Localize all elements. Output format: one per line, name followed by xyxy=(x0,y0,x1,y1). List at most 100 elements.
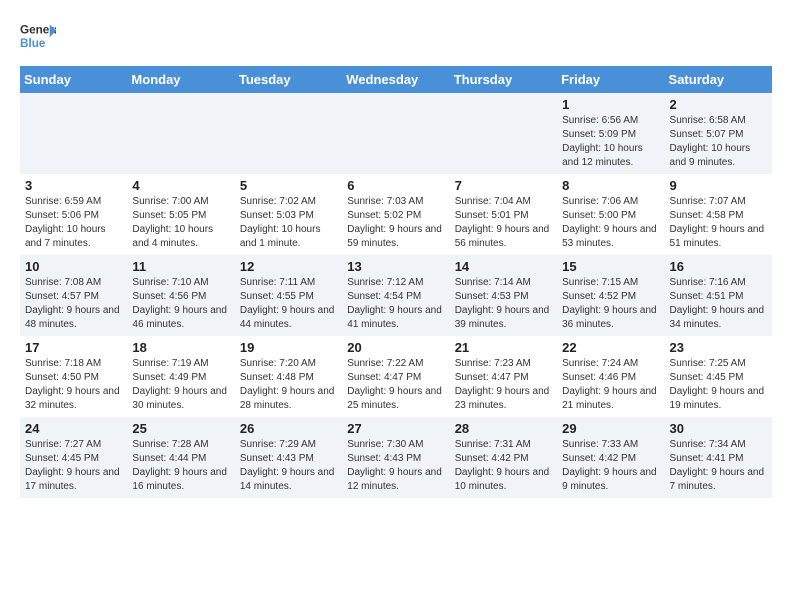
day-info: Sunrise: 7:27 AM Sunset: 4:45 PM Dayligh… xyxy=(25,438,122,494)
day-info: Sunrise: 7:18 AM Sunset: 4:50 PM Dayligh… xyxy=(25,357,122,413)
day-number: 18 xyxy=(132,340,229,355)
day-number: 19 xyxy=(240,340,337,355)
calendar-cell: 13 Sunrise: 7:12 AM Sunset: 4:54 PM Dayli… xyxy=(342,255,449,336)
day-number: 13 xyxy=(347,259,444,274)
day-number: 24 xyxy=(25,421,122,436)
day-number: 29 xyxy=(562,421,659,436)
day-number: 11 xyxy=(132,259,229,274)
day-number: 5 xyxy=(240,178,337,193)
day-number: 15 xyxy=(562,259,659,274)
calendar-cell xyxy=(450,93,557,174)
day-number: 26 xyxy=(240,421,337,436)
day-info: Sunrise: 7:06 AM Sunset: 5:00 PM Dayligh… xyxy=(562,195,659,251)
calendar-cell xyxy=(342,93,449,174)
calendar-cell: 17 Sunrise: 7:18 AM Sunset: 4:50 PM Dayli… xyxy=(20,336,127,417)
calendar-table: SundayMondayTuesdayWednesdayThursdayFrid… xyxy=(20,66,772,498)
calendar-cell: 4 Sunrise: 7:00 AM Sunset: 5:05 PM Daylig… xyxy=(127,174,234,255)
calendar-cell: 14 Sunrise: 7:14 AM Sunset: 4:53 PM Dayli… xyxy=(450,255,557,336)
day-info: Sunrise: 6:58 AM Sunset: 5:07 PM Dayligh… xyxy=(670,114,767,170)
calendar-cell: 27Sunrise: 7:30 AM Sunset: 4:43 PM Dayli… xyxy=(342,417,449,498)
day-number: 10 xyxy=(25,259,122,274)
calendar-cell xyxy=(235,93,342,174)
day-info: Sunrise: 6:56 AM Sunset: 5:09 PM Dayligh… xyxy=(562,114,659,170)
logo-icon: General Blue xyxy=(20,20,56,56)
calendar-cell: 11Sunrise: 7:10 AM Sunset: 4:56 PM Dayli… xyxy=(127,255,234,336)
column-header-sunday: Sunday xyxy=(20,66,127,93)
day-number: 8 xyxy=(562,178,659,193)
calendar-week-row: 1 Sunrise: 6:56 AM Sunset: 5:09 PM Daylig… xyxy=(20,93,772,174)
column-header-saturday: Saturday xyxy=(665,66,772,93)
calendar-header-row: SundayMondayTuesdayWednesdayThursdayFrid… xyxy=(20,66,772,93)
day-info: Sunrise: 7:15 AM Sunset: 4:52 PM Dayligh… xyxy=(562,276,659,332)
day-number: 9 xyxy=(670,178,767,193)
calendar-cell: 21Sunrise: 7:23 AM Sunset: 4:47 PM Dayli… xyxy=(450,336,557,417)
day-number: 27 xyxy=(347,421,444,436)
day-info: Sunrise: 7:29 AM Sunset: 4:43 PM Dayligh… xyxy=(240,438,337,494)
day-info: Sunrise: 7:07 AM Sunset: 4:58 PM Dayligh… xyxy=(670,195,767,251)
day-number: 28 xyxy=(455,421,552,436)
day-number: 12 xyxy=(240,259,337,274)
day-info: Sunrise: 7:02 AM Sunset: 5:03 PM Dayligh… xyxy=(240,195,337,251)
day-number: 4 xyxy=(132,178,229,193)
calendar-cell: 20Sunrise: 7:22 AM Sunset: 4:47 PM Dayli… xyxy=(342,336,449,417)
day-info: Sunrise: 7:34 AM Sunset: 4:41 PM Dayligh… xyxy=(670,438,767,494)
day-info: Sunrise: 7:16 AM Sunset: 4:51 PM Dayligh… xyxy=(670,276,767,332)
day-number: 25 xyxy=(132,421,229,436)
day-number: 17 xyxy=(25,340,122,355)
day-info: Sunrise: 7:14 AM Sunset: 4:53 PM Dayligh… xyxy=(455,276,552,332)
day-number: 14 xyxy=(455,259,552,274)
column-header-wednesday: Wednesday xyxy=(342,66,449,93)
day-number: 1 xyxy=(562,97,659,112)
calendar-cell: 3 Sunrise: 6:59 AM Sunset: 5:06 PM Daylig… xyxy=(20,174,127,255)
day-number: 21 xyxy=(455,340,552,355)
page-header: General Blue xyxy=(20,20,772,56)
day-info: Sunrise: 7:03 AM Sunset: 5:02 PM Dayligh… xyxy=(347,195,444,251)
calendar-cell: 2Sunrise: 6:58 AM Sunset: 5:07 PM Daylig… xyxy=(665,93,772,174)
day-info: Sunrise: 6:59 AM Sunset: 5:06 PM Dayligh… xyxy=(25,195,122,251)
day-info: Sunrise: 7:11 AM Sunset: 4:55 PM Dayligh… xyxy=(240,276,337,332)
calendar-cell: 26 Sunrise: 7:29 AM Sunset: 4:43 PM Dayli… xyxy=(235,417,342,498)
calendar-cell: 12 Sunrise: 7:11 AM Sunset: 4:55 PM Dayli… xyxy=(235,255,342,336)
day-info: Sunrise: 7:08 AM Sunset: 4:57 PM Dayligh… xyxy=(25,276,122,332)
calendar-week-row: 24 Sunrise: 7:27 AM Sunset: 4:45 PM Dayli… xyxy=(20,417,772,498)
day-number: 20 xyxy=(347,340,444,355)
calendar-cell: 28 Sunrise: 7:31 AM Sunset: 4:42 PM Dayli… xyxy=(450,417,557,498)
day-number: 22 xyxy=(562,340,659,355)
day-info: Sunrise: 7:25 AM Sunset: 4:45 PM Dayligh… xyxy=(670,357,767,413)
day-info: Sunrise: 7:31 AM Sunset: 4:42 PM Dayligh… xyxy=(455,438,552,494)
svg-text:Blue: Blue xyxy=(20,37,46,50)
logo: General Blue xyxy=(20,20,56,56)
day-info: Sunrise: 7:28 AM Sunset: 4:44 PM Dayligh… xyxy=(132,438,229,494)
day-number: 6 xyxy=(347,178,444,193)
calendar-cell: 15 Sunrise: 7:15 AM Sunset: 4:52 PM Dayli… xyxy=(557,255,664,336)
calendar-cell: 23 Sunrise: 7:25 AM Sunset: 4:45 PM Dayli… xyxy=(665,336,772,417)
calendar-cell: 8 Sunrise: 7:06 AM Sunset: 5:00 PM Daylig… xyxy=(557,174,664,255)
calendar-cell: 19Sunrise: 7:20 AM Sunset: 4:48 PM Dayli… xyxy=(235,336,342,417)
calendar-cell: 24 Sunrise: 7:27 AM Sunset: 4:45 PM Dayli… xyxy=(20,417,127,498)
calendar-cell: 18 Sunrise: 7:19 AM Sunset: 4:49 PM Dayli… xyxy=(127,336,234,417)
calendar-cell: 25 Sunrise: 7:28 AM Sunset: 4:44 PM Dayli… xyxy=(127,417,234,498)
day-number: 7 xyxy=(455,178,552,193)
day-info: Sunrise: 7:19 AM Sunset: 4:49 PM Dayligh… xyxy=(132,357,229,413)
column-header-thursday: Thursday xyxy=(450,66,557,93)
calendar-cell xyxy=(127,93,234,174)
column-header-monday: Monday xyxy=(127,66,234,93)
day-info: Sunrise: 7:00 AM Sunset: 5:05 PM Dayligh… xyxy=(132,195,229,251)
calendar-cell: 5 Sunrise: 7:02 AM Sunset: 5:03 PM Daylig… xyxy=(235,174,342,255)
calendar-cell: 30 Sunrise: 7:34 AM Sunset: 4:41 PM Dayli… xyxy=(665,417,772,498)
calendar-cell: 29 Sunrise: 7:33 AM Sunset: 4:42 PM Dayli… xyxy=(557,417,664,498)
calendar-cell: 7 Sunrise: 7:04 AM Sunset: 5:01 PM Daylig… xyxy=(450,174,557,255)
day-info: Sunrise: 7:12 AM Sunset: 4:54 PM Dayligh… xyxy=(347,276,444,332)
calendar-week-row: 3 Sunrise: 6:59 AM Sunset: 5:06 PM Daylig… xyxy=(20,174,772,255)
calendar-cell: 10 Sunrise: 7:08 AM Sunset: 4:57 PM Dayli… xyxy=(20,255,127,336)
day-info: Sunrise: 7:04 AM Sunset: 5:01 PM Dayligh… xyxy=(455,195,552,251)
day-number: 16 xyxy=(670,259,767,274)
day-number: 23 xyxy=(670,340,767,355)
day-number: 30 xyxy=(670,421,767,436)
calendar-cell xyxy=(20,93,127,174)
calendar-cell: 9 Sunrise: 7:07 AM Sunset: 4:58 PM Daylig… xyxy=(665,174,772,255)
calendar-cell: 1 Sunrise: 6:56 AM Sunset: 5:09 PM Daylig… xyxy=(557,93,664,174)
day-info: Sunrise: 7:33 AM Sunset: 4:42 PM Dayligh… xyxy=(562,438,659,494)
day-number: 3 xyxy=(25,178,122,193)
column-header-friday: Friday xyxy=(557,66,664,93)
